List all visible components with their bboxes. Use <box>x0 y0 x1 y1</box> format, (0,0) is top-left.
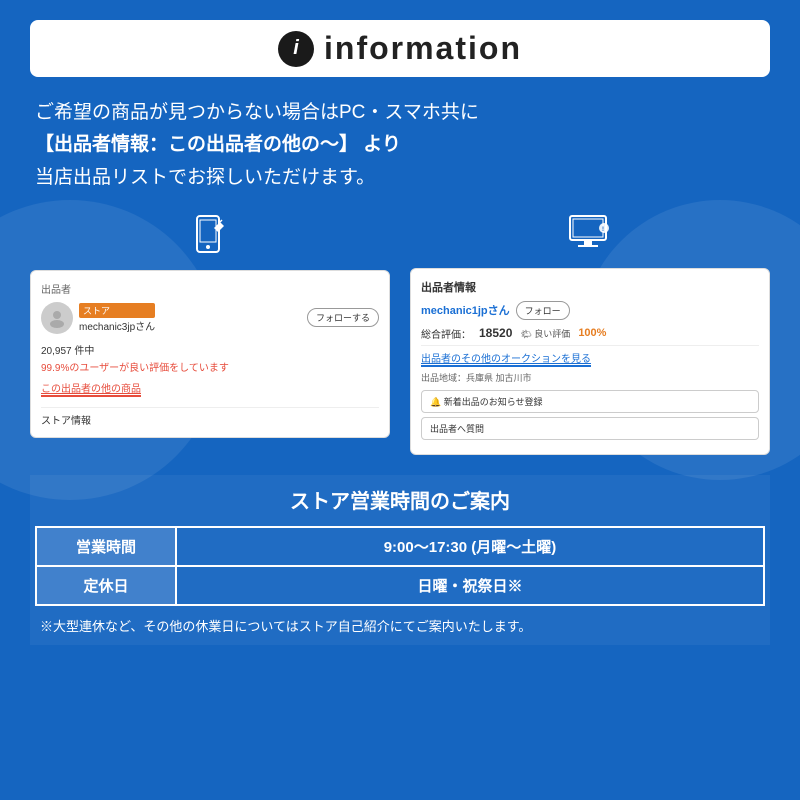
mobile-mock-panel: 出品者 ストア mechanic3jpさん フォローする 20,957 件中 9… <box>30 270 390 438</box>
hours-table: 営業時間 9:00〜17:30 (月曜〜土曜) 定休日 日曜・祝祭日※ <box>35 526 765 606</box>
hours-label-2: 定休日 <box>36 566 176 605</box>
hours-value-2: 日曜・祝祭日※ <box>176 566 764 605</box>
main-container: i information ご希望の商品が見つからない場合はPC・スマホ共に 【… <box>0 0 800 800</box>
left-rating: 99.9%のユーザーが良い評価をしています <box>41 359 379 374</box>
footer-note: ※大型連休など、その他の休業日についてはストア自己紹介にてご案内いたします。 <box>35 616 765 635</box>
rating-pct: 100% <box>578 327 606 339</box>
right-follow-button[interactable]: フォロー <box>516 301 570 320</box>
rating-label: 総合評価： <box>421 326 471 341</box>
store-hours-title: ストア営業時間のご案内 <box>35 485 765 514</box>
desktop-mock-panel: 出品者情報 mechanic1jpさん フォロー 総合評価： 18520 🌤 良… <box>410 268 770 455</box>
description-line3: 当店出品リストでお探しいただけます。 <box>35 162 765 194</box>
notify-button[interactable]: 🔔 新着出品のお知らせ登録 <box>421 390 759 413</box>
rating-number: 18520 <box>479 326 512 340</box>
desktop-device-icon: ! <box>568 214 612 260</box>
right-panel-title: 出品者情報 <box>421 279 759 295</box>
left-count: 20,957 件中 <box>41 342 379 357</box>
store-hours-section: ストア営業時間のご案内 営業時間 9:00〜17:30 (月曜〜土曜) 定休日 … <box>30 475 770 645</box>
hours-row-1: 営業時間 9:00〜17:30 (月曜〜土曜) <box>36 527 764 566</box>
location-line: 出品地域：兵庫県 加古川市 <box>421 371 759 384</box>
right-seller-name: mechanic1jpさん <box>421 302 510 318</box>
left-link[interactable]: この出品者の他の商品 <box>41 380 141 397</box>
left-seller-row: ストア mechanic3jpさん フォローする <box>41 302 379 334</box>
rating-row: 総合評価： 18520 🌤 良い評価 100% <box>421 326 759 346</box>
header-title: information <box>324 30 522 67</box>
good-label: 🌤 良い評価 <box>520 327 570 340</box>
left-follow-button[interactable]: フォローする <box>307 308 379 327</box>
left-avatar <box>41 302 73 334</box>
svg-text:!: ! <box>602 227 604 233</box>
description-block: ご希望の商品が見つからない場合はPC・スマホ共に 【出品者情報：この出品者の他の… <box>30 97 770 194</box>
left-seller-info: ストア mechanic3jpさん <box>79 303 155 333</box>
description-line1: ご希望の商品が見つからない場合はPC・スマホ共に <box>35 97 765 129</box>
desktop-screenshot-item: ! 出品者情報 mechanic1jpさん フォロー 総合評価： 18520 🌤… <box>410 214 770 455</box>
hours-label-1: 営業時間 <box>36 527 176 566</box>
hours-value-1: 9:00〜17:30 (月曜〜土曜) <box>176 527 764 566</box>
left-seller-name: mechanic3jpさん <box>79 318 155 333</box>
hours-row-2: 定休日 日曜・祝祭日※ <box>36 566 764 605</box>
store-badge: ストア <box>79 303 155 318</box>
right-seller-row: mechanic1jpさん フォロー <box>421 301 759 320</box>
left-store-info[interactable]: ストア情報 <box>41 407 379 427</box>
question-button[interactable]: 出品者へ質問 <box>421 417 759 440</box>
description-line2: 【出品者情報：この出品者の他の〜】 より <box>35 129 765 161</box>
mobile-screenshot-item: 出品者 ストア mechanic3jpさん フォローする 20,957 件中 9… <box>30 214 390 438</box>
left-section-label: 出品者 <box>41 281 379 296</box>
auction-link[interactable]: 出品者のその他のオークションを見る <box>421 350 591 367</box>
screenshots-row: 出品者 ストア mechanic3jpさん フォローする 20,957 件中 9… <box>30 214 770 455</box>
mobile-device-icon <box>192 214 228 262</box>
header-box: i information <box>30 20 770 77</box>
info-icon: i <box>278 31 314 67</box>
